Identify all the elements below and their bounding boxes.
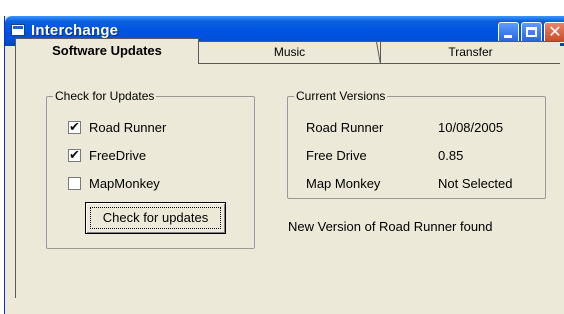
maximize-icon	[526, 27, 537, 37]
close-icon: ✕	[548, 24, 562, 41]
tab-transfer[interactable]: Transfer	[381, 41, 560, 63]
minimize-button[interactable]	[498, 22, 519, 43]
window-title: Interchange	[31, 22, 119, 39]
close-button[interactable]: ✕	[544, 22, 564, 43]
minimize-icon	[504, 35, 512, 38]
tab-panel	[15, 63, 560, 298]
tab-music[interactable]: Music	[199, 41, 381, 63]
app-window-icon[interactable]	[11, 24, 25, 36]
maximize-button[interactable]	[521, 22, 542, 43]
tab-software-updates[interactable]: Software Updates	[15, 38, 199, 64]
